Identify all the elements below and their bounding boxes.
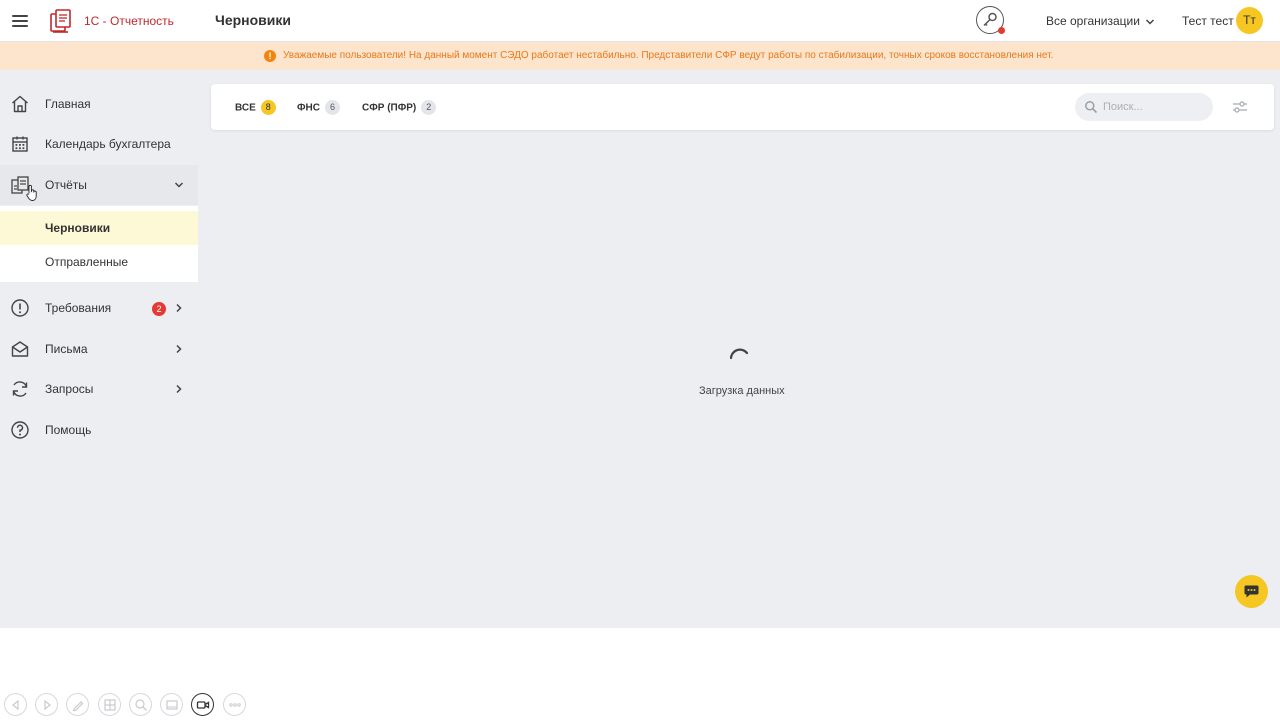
app-logo-icon[interactable] (48, 8, 76, 34)
toolbar-video-button[interactable] (191, 693, 214, 716)
app-name[interactable]: 1С - Отчетность (84, 14, 174, 28)
search-field[interactable] (1075, 93, 1213, 121)
tab-all[interactable]: ВСЕ 8 (235, 99, 276, 116)
tab-sfr[interactable]: СФР (ПФР) 2 (362, 99, 437, 116)
toolbar-more-button[interactable] (223, 693, 246, 716)
loading-spinner-icon (729, 348, 749, 360)
sidebar-item-letters[interactable]: Письма (0, 329, 198, 369)
app-window: 1С - Отчетность Черновики Все организаци… (0, 0, 1280, 628)
sidebar-item-label: Письма (45, 342, 88, 356)
loading-text: Загрузка данных (699, 385, 785, 397)
sidebar-item-label: Главная (45, 97, 91, 111)
page-title: Черновики (215, 12, 292, 28)
chevron-down-icon (1146, 19, 1155, 25)
header: 1С - Отчетность Черновики Все организаци… (0, 0, 1280, 42)
tab-label: ВСЕ (235, 102, 256, 114)
sidebar-subitem-label: Отправленные (45, 255, 129, 269)
toolbar-grid-button[interactable] (98, 693, 121, 716)
toolbar-pen-button[interactable] (66, 693, 89, 716)
tab-count-badge: 6 (324, 100, 340, 116)
chat-icon (1244, 585, 1259, 598)
chevron-down-icon (174, 182, 184, 188)
tab-count-badge: 2 (421, 100, 437, 116)
organization-select[interactable]: Все организации (1046, 14, 1155, 28)
tab-label: СФР (ПФР) (362, 102, 417, 114)
sidebar-item-label: Запросы (45, 382, 94, 396)
hand-cursor-icon (26, 184, 37, 201)
sidebar-item-requests[interactable]: Запросы (0, 369, 198, 409)
screen-icon (166, 700, 178, 710)
sidebar-item-requirements[interactable]: Требования 2 (0, 288, 198, 328)
user-name[interactable]: Тест тест (1182, 14, 1234, 28)
pen-icon (72, 701, 84, 712)
warning-banner: ! Уважаемые пользователи! На данный моме… (0, 42, 1280, 70)
sidebar-item-calendar[interactable]: Календарь бухгалтера (0, 124, 198, 164)
grid-icon (104, 699, 116, 711)
warning-icon: ! (264, 50, 276, 62)
video-icon (196, 701, 210, 709)
toolbar-forward-button[interactable] (35, 693, 58, 716)
key-icon[interactable] (976, 6, 1005, 34)
sidebar-item-help[interactable]: Помощь (0, 410, 198, 450)
toolbar-screen-button[interactable] (160, 693, 183, 716)
sidebar-item-label: Календарь бухгалтера (45, 137, 171, 151)
requirements-count-badge: 2 (152, 302, 166, 316)
calendar-icon (12, 136, 28, 152)
chevron-right-icon (176, 303, 182, 313)
chevron-right-icon (176, 384, 182, 394)
sidebar-subitem-sent[interactable]: Отправленные (0, 245, 198, 279)
notification-dot (998, 27, 1005, 34)
reports-submenu: Черновики Отправленные (0, 206, 198, 282)
tab-count-badge: 8 (260, 100, 276, 116)
chevron-right-icon (176, 344, 182, 354)
sidebar-item-label: Отчёты (45, 178, 87, 192)
alert-circle-icon (11, 299, 29, 317)
envelope-icon (11, 341, 29, 357)
avatar[interactable]: Тт (1236, 7, 1263, 34)
more-icon (229, 703, 241, 707)
refresh-icon (12, 381, 28, 397)
sidebar-subitem-drafts[interactable]: Черновики (0, 211, 198, 245)
toolbar-back-button[interactable] (4, 693, 27, 716)
sidebar-item-home[interactable]: Главная (0, 84, 198, 124)
sidebar-item-label: Требования (45, 301, 112, 315)
sidebar-item-label: Помощь (45, 423, 92, 437)
banner-text: Уважаемые пользователи! На данный момент… (283, 50, 1054, 61)
forward-icon (44, 699, 51, 711)
tab-label: ФНС (297, 102, 320, 114)
filter-settings-icon[interactable] (1231, 98, 1249, 116)
back-icon (12, 699, 19, 711)
help-icon (11, 421, 29, 439)
sidebar-subitem-label: Черновики (45, 221, 111, 235)
filter-tabs-bar: ВСЕ 8 ФНС 6 СФР (ПФР) 2 (211, 84, 1274, 130)
organization-select-label: Все организации (1046, 14, 1140, 28)
toolbar-zoom-button[interactable] (129, 693, 152, 716)
chat-button[interactable] (1235, 575, 1268, 608)
zoom-icon (135, 699, 147, 711)
home-icon (12, 95, 28, 113)
search-icon (1085, 101, 1098, 114)
search-input[interactable] (1103, 99, 1203, 115)
menu-icon[interactable] (10, 11, 30, 31)
tab-fns[interactable]: ФНС 6 (297, 99, 340, 116)
